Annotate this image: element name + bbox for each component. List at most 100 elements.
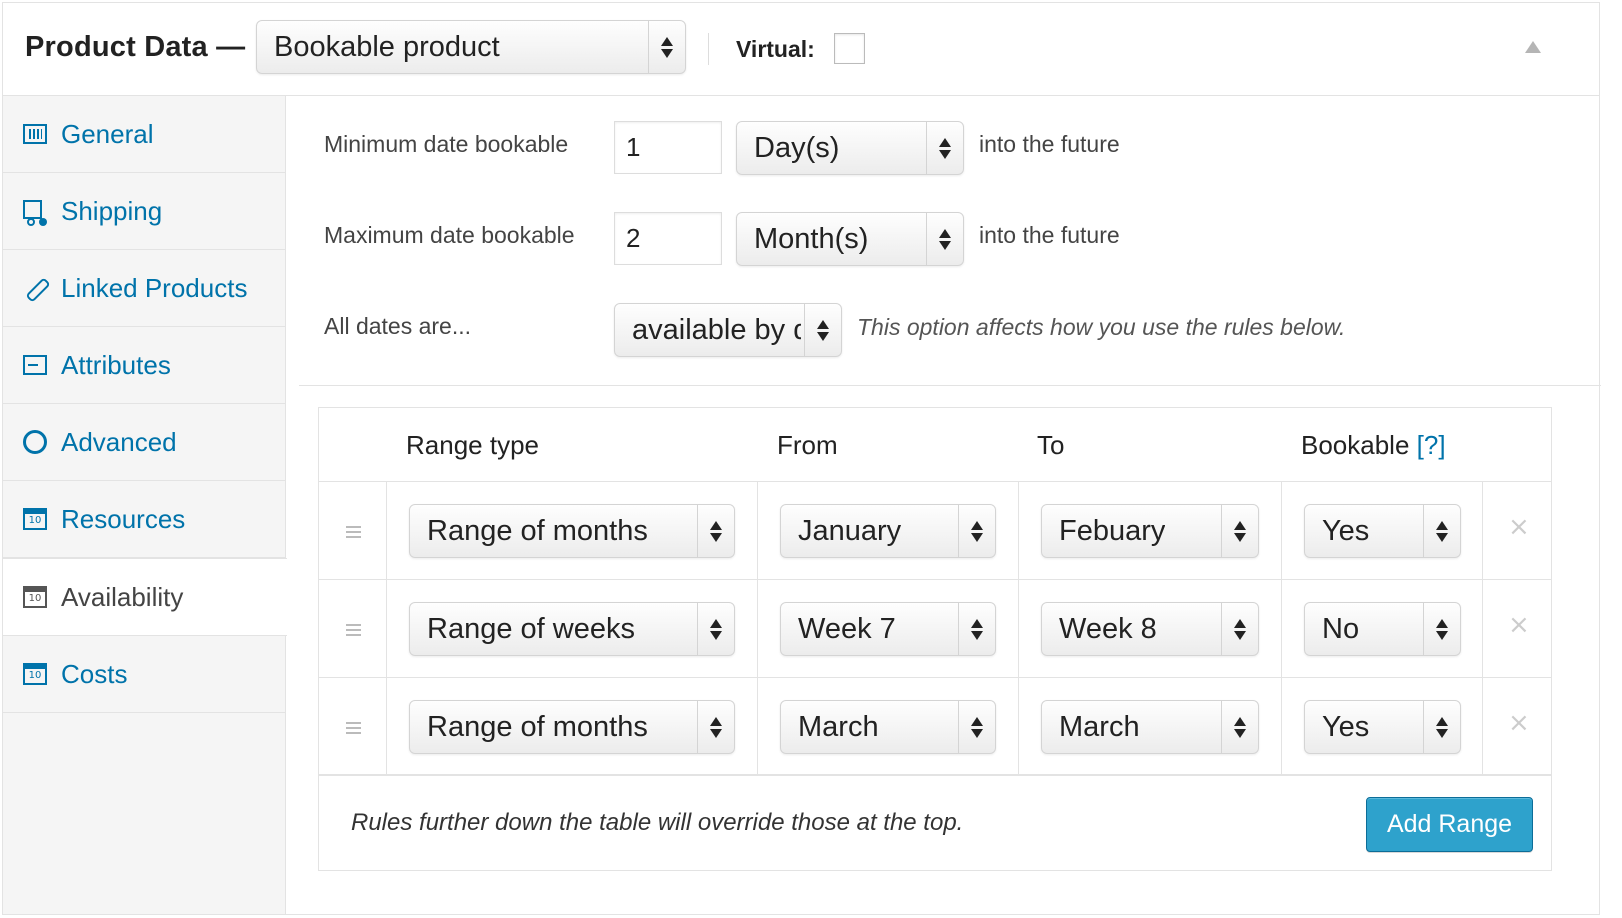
header-to: To: [1037, 430, 1065, 460]
tab-label: Costs: [61, 658, 128, 689]
list-icon: [23, 355, 47, 375]
select-arrows-icon: [1221, 701, 1258, 753]
select-arrows-icon: [697, 505, 734, 557]
to-select[interactable]: Febuary: [1041, 504, 1259, 558]
remove-row-icon[interactable]: ×: [1508, 512, 1530, 542]
select-arrows-icon: [1221, 603, 1258, 655]
default-availability-value: available by default: [632, 313, 801, 346]
tab-shipping[interactable]: Shipping: [3, 173, 286, 250]
tab-resources[interactable]: Resources: [3, 481, 286, 558]
select-arrows-icon: [958, 701, 995, 753]
calendar-icon: [23, 663, 47, 685]
tab-label: General: [61, 118, 154, 149]
min-date-input[interactable]: 1: [614, 121, 722, 174]
select-arrows-icon: [648, 21, 685, 73]
remove-row-icon[interactable]: ×: [1508, 708, 1530, 738]
select-arrows-icon: [697, 603, 734, 655]
drag-handle-icon[interactable]: [346, 526, 361, 528]
panel-title: Product Data —: [25, 31, 246, 63]
select-arrows-icon: [804, 304, 841, 356]
rules-override-note: Rules further down the table will overri…: [351, 809, 964, 836]
bookable-select[interactable]: Yes: [1304, 700, 1461, 754]
header-range-type: Range type: [406, 430, 539, 460]
bookable-select[interactable]: No: [1304, 602, 1461, 656]
table-row: Range of months January Febuary Yes ×: [319, 482, 1551, 580]
panel-header: Product Data — Bookable product Virtual:: [3, 3, 1599, 96]
select-arrows-icon: [926, 122, 963, 174]
truck-icon: [23, 199, 47, 226]
virtual-label: Virtual:: [736, 36, 815, 62]
range-type-select[interactable]: Range of months: [409, 700, 735, 754]
remove-row-icon[interactable]: ×: [1508, 610, 1530, 640]
header-bookable: Bookable [?]: [1301, 430, 1446, 461]
select-arrows-icon: [958, 505, 995, 557]
product-type-select[interactable]: Bookable product: [256, 20, 686, 74]
calendar-icon: [23, 508, 47, 530]
bookable-select[interactable]: Yes: [1304, 504, 1461, 558]
tab-linked-products[interactable]: Linked Products: [3, 250, 286, 327]
range-type-select[interactable]: Range of months: [409, 504, 735, 558]
to-select[interactable]: Week 8: [1041, 602, 1259, 656]
table-row: Range of weeks Week 7 Week 8 No ×: [319, 580, 1551, 678]
product-data-panel: Product Data — Bookable product Virtual:…: [2, 2, 1601, 915]
availability-hint: This option affects how you use the rule…: [857, 314, 1346, 340]
from-select[interactable]: March: [780, 700, 996, 754]
tab-availability[interactable]: Availability: [3, 558, 287, 636]
product-type-value: Bookable product: [274, 30, 500, 63]
select-arrows-icon: [958, 603, 995, 655]
min-date-unit-value: Day(s): [754, 131, 840, 164]
from-value: Week 7: [798, 612, 896, 645]
min-date-label: Minimum date bookable: [324, 131, 569, 157]
select-arrows-icon: [1423, 505, 1460, 557]
max-date-unit-value: Month(s): [754, 222, 869, 255]
help-link[interactable]: [?]: [1417, 430, 1446, 460]
drag-handle-icon[interactable]: [346, 722, 361, 724]
header-bookable-label: Bookable: [1301, 430, 1410, 460]
link-icon: [23, 276, 47, 300]
tab-advanced[interactable]: Advanced: [3, 404, 286, 481]
min-date-suffix: into the future: [979, 131, 1120, 157]
select-arrows-icon: [1221, 505, 1258, 557]
range-type-value: Range of months: [427, 710, 648, 743]
select-arrows-icon: [697, 701, 734, 753]
from-value: March: [798, 710, 879, 743]
range-type-value: Range of weeks: [427, 612, 635, 645]
to-value: Febuary: [1059, 514, 1166, 547]
virtual-checkbox[interactable]: [834, 33, 865, 64]
tab-general[interactable]: General: [3, 96, 286, 173]
select-arrows-icon: [926, 213, 963, 265]
to-select[interactable]: March: [1041, 700, 1259, 754]
to-value: Week 8: [1059, 612, 1157, 645]
select-arrows-icon: [1423, 603, 1460, 655]
default-availability-select[interactable]: available by default: [614, 303, 842, 357]
range-type-select[interactable]: Range of weeks: [409, 602, 735, 656]
header-divider: [708, 33, 709, 65]
calendar-icon: [23, 586, 47, 608]
select-arrows-icon: [1423, 701, 1460, 753]
to-value: March: [1059, 710, 1140, 743]
tab-label: Linked Products: [61, 272, 248, 303]
barcode-icon: [23, 124, 47, 144]
add-range-button[interactable]: Add Range: [1366, 797, 1533, 852]
min-date-unit-select[interactable]: Day(s): [736, 121, 964, 175]
drag-handle-icon[interactable]: [346, 624, 361, 626]
section-divider: [299, 385, 1601, 386]
collapse-arrow-icon[interactable]: [1525, 41, 1541, 53]
from-select[interactable]: Week 7: [780, 602, 996, 656]
bookable-value: Yes: [1322, 710, 1370, 743]
max-date-unit-select[interactable]: Month(s): [736, 212, 964, 266]
header-from: From: [777, 430, 838, 460]
tab-label: Shipping: [61, 195, 163, 226]
from-select[interactable]: January: [780, 504, 996, 558]
max-date-suffix: into the future: [979, 222, 1120, 248]
tab-label: Availability: [61, 581, 184, 612]
max-date-input[interactable]: 2: [614, 212, 722, 265]
tab-costs[interactable]: Costs: [3, 636, 286, 713]
product-data-tabs: General Shipping Linked Products Attribu…: [3, 96, 287, 914]
max-date-label: Maximum date bookable: [324, 222, 575, 248]
bookable-value: Yes: [1322, 514, 1370, 547]
from-value: January: [798, 514, 902, 547]
tab-attributes[interactable]: Attributes: [3, 327, 286, 404]
gear-icon: [23, 430, 47, 454]
table-row: Range of months March March Yes ×: [319, 678, 1551, 776]
